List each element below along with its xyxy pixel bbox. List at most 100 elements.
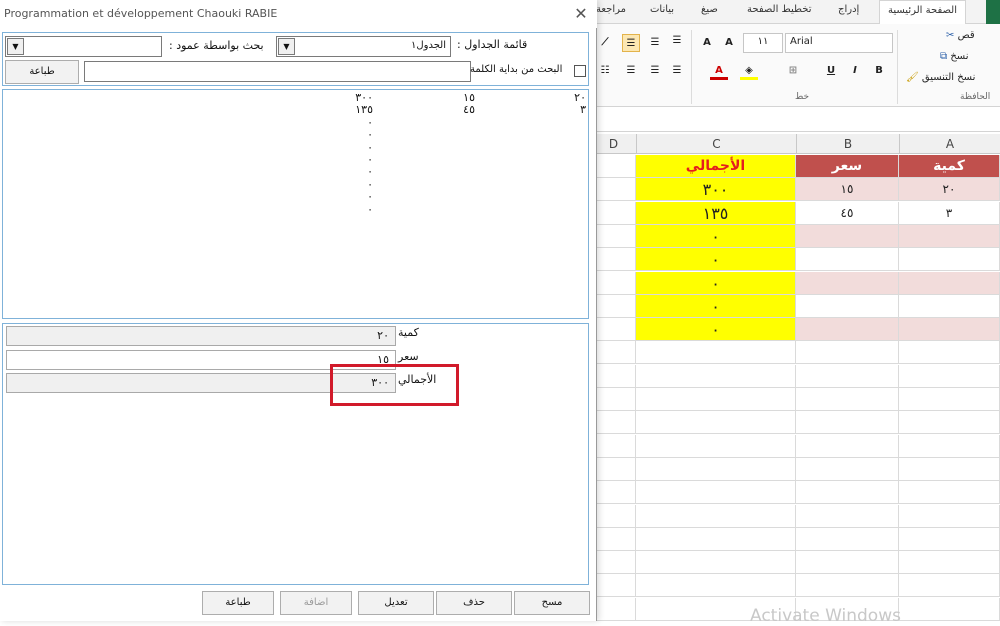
- cell-price[interactable]: [796, 225, 899, 248]
- worksheet-grid[interactable]: الأجمالي سعر كمية ٣٠٠ ١٥ ٢٠ ١٣٥ ٤٥ ٣ ٠ ٠ ٠ ٠ ٠: [590, 155, 1000, 621]
- cell-quantity[interactable]: [899, 272, 1000, 295]
- format-painter-button[interactable]: 🖌 نسخ التنسيق: [906, 72, 975, 83]
- clear-button[interactable]: مسح: [514, 591, 590, 615]
- align-middle-icon[interactable]: ☰: [622, 34, 640, 52]
- cell-empty[interactable]: [636, 481, 796, 504]
- cell-empty[interactable]: [636, 365, 796, 388]
- cell-empty[interactable]: [796, 365, 899, 388]
- tab-review[interactable]: مراجعة: [596, 4, 626, 15]
- align-right-icon[interactable]: ☰: [622, 62, 640, 80]
- cell-total[interactable]: ٠: [636, 318, 796, 341]
- tab-data[interactable]: بيانات: [650, 4, 674, 15]
- cut-button[interactable]: ✂ قص: [946, 30, 975, 41]
- font-color-icon[interactable]: A: [710, 62, 728, 80]
- close-icon[interactable]: ✕: [570, 3, 592, 25]
- orientation-icon[interactable]: ⟋: [596, 34, 614, 52]
- cell-empty[interactable]: [636, 411, 796, 434]
- align-center-icon[interactable]: ☰: [646, 62, 664, 80]
- cell-price[interactable]: [796, 248, 899, 271]
- align-bottom-icon[interactable]: ☰: [668, 32, 686, 50]
- column-header-c[interactable]: C: [636, 134, 796, 154]
- tab-page-layout[interactable]: تخطيط الصفحة: [747, 4, 812, 15]
- cell-empty[interactable]: [899, 574, 1000, 597]
- cell-empty[interactable]: [636, 341, 796, 364]
- column-header-b[interactable]: B: [796, 134, 899, 154]
- cell-empty[interactable]: [899, 528, 1000, 551]
- cell-price[interactable]: ٤٥: [796, 202, 899, 225]
- header-cell-quantity[interactable]: كمية: [899, 155, 1000, 178]
- cell-quantity[interactable]: ٢٠: [899, 178, 1000, 201]
- underline-icon[interactable]: U: [822, 62, 840, 80]
- delete-button[interactable]: حذف: [436, 591, 512, 615]
- increase-font-icon[interactable]: A: [698, 34, 716, 52]
- cell-total[interactable]: ١٣٥: [636, 202, 796, 225]
- column-header-a[interactable]: A: [899, 134, 1000, 154]
- file-tab[interactable]: [986, 0, 1000, 24]
- cell-empty[interactable]: [636, 528, 796, 551]
- cell-empty[interactable]: [899, 411, 1000, 434]
- tab-home[interactable]: الصفحة الرئيسية: [879, 0, 966, 25]
- cell-empty[interactable]: [636, 388, 796, 411]
- cell-total[interactable]: ٠: [636, 272, 796, 295]
- cell-empty[interactable]: [899, 365, 1000, 388]
- cell-quantity[interactable]: [899, 318, 1000, 341]
- cell-empty[interactable]: [636, 458, 796, 481]
- table-list-combo[interactable]: ▼ الجدول١: [276, 36, 451, 57]
- print-button[interactable]: طباعة: [202, 591, 274, 615]
- align-top-icon[interactable]: ☰: [646, 34, 664, 52]
- italic-icon[interactable]: I: [846, 62, 864, 80]
- cell-empty[interactable]: [899, 388, 1000, 411]
- cell-empty[interactable]: [636, 435, 796, 458]
- cell-price[interactable]: [796, 272, 899, 295]
- add-button[interactable]: اضافة: [280, 591, 352, 615]
- cell-quantity[interactable]: [899, 295, 1000, 318]
- cell-empty[interactable]: [796, 551, 899, 574]
- quantity-field[interactable]: ٢٠: [6, 326, 396, 346]
- font-name-select[interactable]: Arial: [785, 33, 893, 53]
- cell-empty[interactable]: [899, 551, 1000, 574]
- align-left-icon[interactable]: ☰: [668, 62, 686, 80]
- indent-icon[interactable]: ☷: [596, 62, 614, 80]
- cell-empty[interactable]: [796, 341, 899, 364]
- font-size-select[interactable]: ١١: [743, 33, 783, 53]
- cell-empty[interactable]: [796, 411, 899, 434]
- copy-button[interactable]: ⧉ نسخ: [940, 51, 969, 62]
- cell-empty[interactable]: [796, 505, 899, 528]
- tab-formulas[interactable]: صيغ: [701, 4, 718, 15]
- cell-empty[interactable]: [899, 481, 1000, 504]
- cell-total[interactable]: ٠: [636, 295, 796, 318]
- cell-total[interactable]: ٣٠٠: [636, 178, 796, 201]
- dialog-titlebar[interactable]: Programmation et développement Chaouki R…: [0, 0, 597, 28]
- search-input[interactable]: [84, 61, 471, 82]
- cell-quantity[interactable]: [899, 225, 1000, 248]
- results-list[interactable]: ٢٠ ١٥ ٣٠٠ ٣ ٤٥ ١٣٥ ٠ ٠ ٠ ٠ ٠ ٠ ٠ ٠: [2, 89, 589, 319]
- cell-empty[interactable]: [796, 458, 899, 481]
- column-search-combo[interactable]: ▼: [5, 36, 162, 57]
- cell-price[interactable]: ١٥: [796, 178, 899, 201]
- header-cell-total[interactable]: الأجمالي: [636, 155, 796, 178]
- cell-empty[interactable]: [899, 458, 1000, 481]
- edit-button[interactable]: تعديل: [358, 591, 434, 615]
- formula-bar[interactable]: [590, 108, 1000, 132]
- print-search-button[interactable]: طباعة: [5, 60, 79, 84]
- cell-empty[interactable]: [636, 551, 796, 574]
- cell-empty[interactable]: [796, 388, 899, 411]
- cell-empty[interactable]: [796, 435, 899, 458]
- cell-quantity[interactable]: [899, 248, 1000, 271]
- cell-empty[interactable]: [899, 341, 1000, 364]
- cell-empty[interactable]: [636, 574, 796, 597]
- cell-empty[interactable]: [796, 481, 899, 504]
- decrease-font-icon[interactable]: A: [720, 34, 738, 52]
- chevron-down-icon[interactable]: ▼: [278, 38, 295, 55]
- cell-empty[interactable]: [899, 598, 1000, 621]
- tab-insert[interactable]: إدراج: [838, 4, 859, 15]
- borders-icon[interactable]: ⊞: [784, 62, 802, 80]
- header-cell-price[interactable]: سعر: [796, 155, 899, 178]
- cell-empty[interactable]: [899, 505, 1000, 528]
- cell-price[interactable]: [796, 295, 899, 318]
- bold-icon[interactable]: B: [870, 62, 888, 80]
- cell-empty[interactable]: [796, 574, 899, 597]
- cell-total[interactable]: ٠: [636, 248, 796, 271]
- cell-empty[interactable]: [636, 505, 796, 528]
- cell-total[interactable]: ٠: [636, 225, 796, 248]
